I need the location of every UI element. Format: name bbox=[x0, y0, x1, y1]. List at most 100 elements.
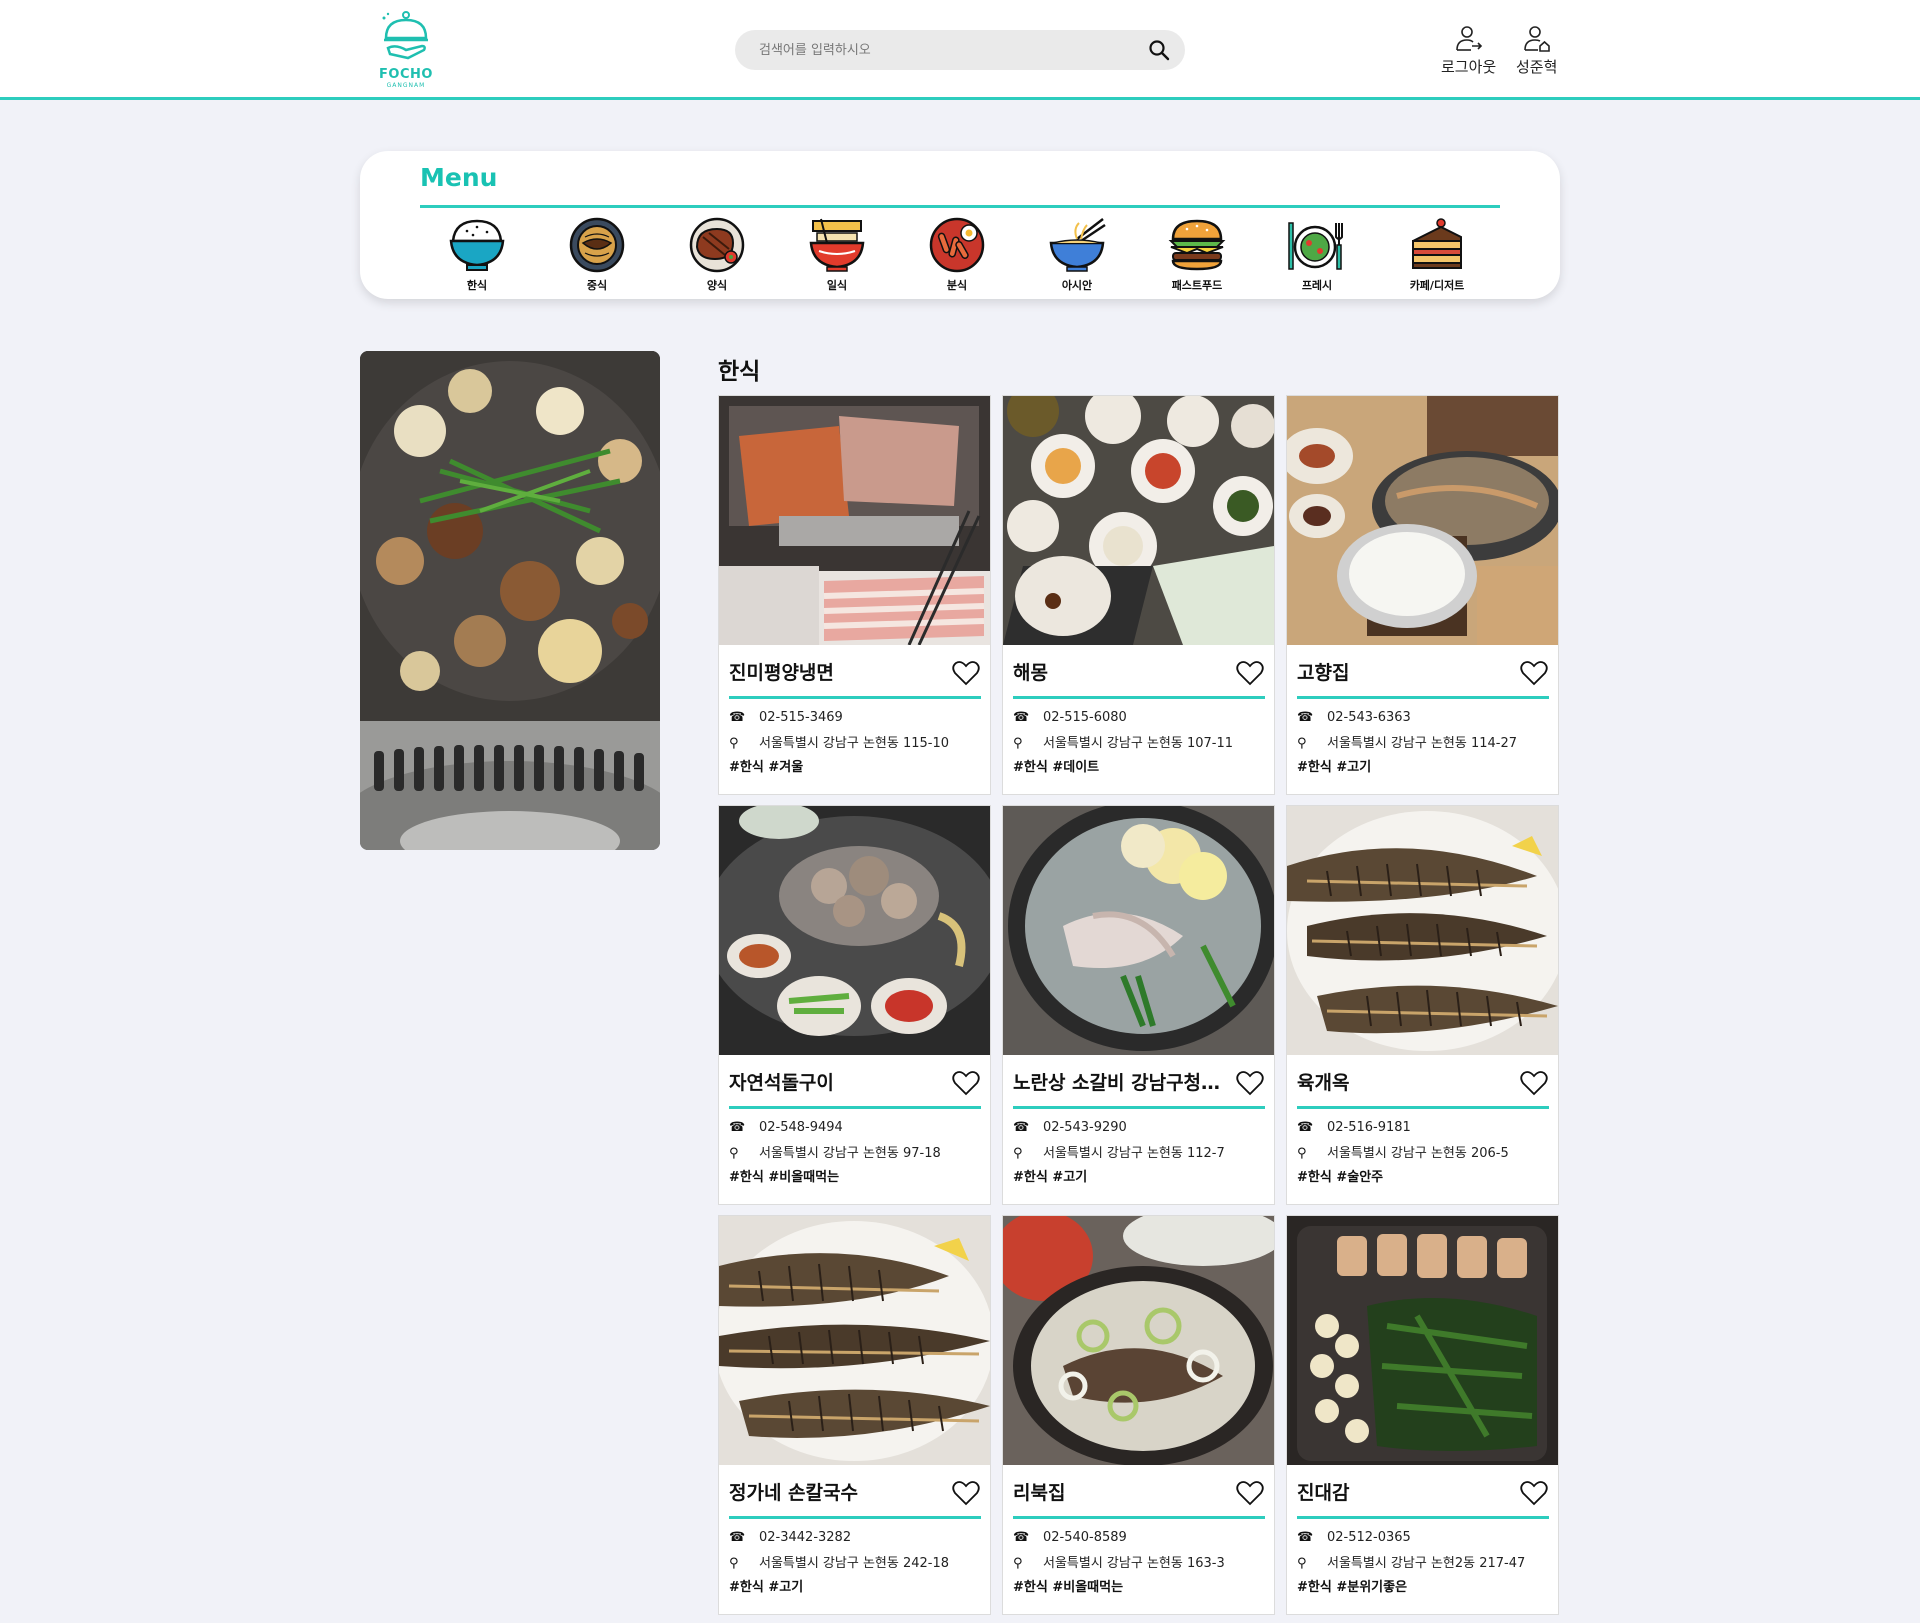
address-text: 서울특별시 강남구 논현동 114-27 bbox=[1327, 736, 1518, 751]
restaurant-card[interactable]: 진미평양냉면 ☎ 02-515-3469 ⚲ 서울특별시 강남구 논현동 115-1… bbox=[718, 395, 991, 795]
restaurant-card[interactable]: 육개옥 ☎ 02-516-9181 ⚲ 서울특별시 강남구 논현동 206-5 #한… bbox=[1286, 805, 1559, 1205]
card-divider bbox=[729, 1106, 981, 1109]
category-label: 카페/디저트 bbox=[1409, 279, 1465, 292]
category-asian[interactable]: 아시안 bbox=[1032, 215, 1122, 293]
category-label: 분식 bbox=[946, 279, 968, 292]
menu-title: Menu bbox=[420, 163, 498, 192]
address-text: 서울특별시 강남구 논현동 112-7 bbox=[1043, 1146, 1225, 1161]
category-label: 중식 bbox=[586, 279, 608, 292]
phone-icon: ☎ bbox=[1013, 710, 1030, 725]
address-text: 서울특별시 강남구 논현2동 217-47 bbox=[1327, 1556, 1526, 1571]
restaurant-card[interactable]: 리북집 ☎ 02-540-8589 ⚲ 서울특별시 강남구 논현동 163-3 #한… bbox=[1002, 1215, 1275, 1615]
tags: #한식 #술안주 bbox=[1297, 1170, 1384, 1185]
phone-icon: ☎ bbox=[1297, 1120, 1314, 1135]
category-label: 일식 bbox=[826, 279, 848, 292]
category-cafe-dessert[interactable]: 카페/디저트 bbox=[1392, 215, 1482, 293]
phone-number: 02-543-6363 bbox=[1327, 710, 1411, 725]
restaurant-name[interactable]: 고향집 bbox=[1297, 658, 1517, 685]
restaurant-photo bbox=[719, 396, 990, 645]
tags: #한식 #비올때먹는 bbox=[729, 1170, 840, 1185]
restaurant-card[interactable]: 진대감 ☎ 02-512-0365 ⚲ 서울특별시 강남구 논현2동 217-47 … bbox=[1286, 1215, 1559, 1615]
phone-number: 02-515-6080 bbox=[1043, 710, 1127, 725]
address-row: ⚲ 서울특별시 강남구 논현동 242-18 bbox=[729, 1552, 989, 1571]
category-korean[interactable]: 한식 bbox=[432, 215, 522, 293]
restaurant-card[interactable]: 정가네 손칼국수 ☎ 02-3442-3282 ⚲ 서울특별시 강남구 논현동 24… bbox=[718, 1215, 991, 1615]
restaurant-card[interactable]: 해몽 ☎ 02-515-6080 ⚲ 서울특별시 강남구 논현동 107-11 #한… bbox=[1002, 395, 1275, 795]
address-text: 서울특별시 강남구 논현동 163-3 bbox=[1043, 1556, 1225, 1571]
location-pin-icon: ⚲ bbox=[1297, 736, 1307, 751]
restaurant-name[interactable]: 해몽 bbox=[1013, 658, 1233, 685]
tags: #한식 #비올때먹는 bbox=[1013, 1580, 1124, 1595]
rice-bowl-icon bbox=[449, 219, 505, 271]
location-pin-icon: ⚲ bbox=[1013, 736, 1023, 751]
steak-icon bbox=[689, 217, 745, 273]
phone-number: 02-540-8589 bbox=[1043, 1530, 1127, 1545]
address-text: 서울특별시 강남구 논현동 107-11 bbox=[1043, 736, 1234, 751]
heart-icon[interactable] bbox=[1236, 1070, 1264, 1096]
address-row: ⚲ 서울특별시 강남구 논현동 115-10 bbox=[729, 732, 989, 751]
brand-logo[interactable]: FOCHO GANGNAM bbox=[376, 8, 436, 92]
menu-panel: Menu 한식 중식 양식 일식 분식 아시안 패스트푸드 프레시 카페/디저트 bbox=[360, 151, 1560, 299]
heart-icon[interactable] bbox=[952, 1480, 980, 1506]
phone-icon: ☎ bbox=[1297, 1530, 1314, 1545]
heart-icon[interactable] bbox=[1236, 660, 1264, 686]
phone-row: ☎ 02-548-9494 bbox=[729, 1120, 989, 1135]
heart-icon[interactable] bbox=[1236, 1480, 1264, 1506]
search-input[interactable] bbox=[759, 30, 1139, 70]
heart-icon[interactable] bbox=[1520, 1480, 1548, 1506]
restaurant-name[interactable]: 리북집 bbox=[1013, 1478, 1233, 1505]
location-pin-icon: ⚲ bbox=[729, 736, 739, 751]
card-divider bbox=[729, 1516, 981, 1519]
phone-number: 02-543-9290 bbox=[1043, 1120, 1127, 1135]
heart-icon[interactable] bbox=[1520, 660, 1548, 686]
search-icon[interactable] bbox=[1147, 38, 1171, 62]
phone-row: ☎ 02-543-6363 bbox=[1297, 710, 1557, 725]
address-row: ⚲ 서울특별시 강남구 논현동 206-5 bbox=[1297, 1142, 1557, 1161]
category-label: 한식 bbox=[466, 279, 488, 292]
address-row: ⚲ 서울특별시 강남구 논현동 107-11 bbox=[1013, 732, 1273, 751]
phone-number: 02-516-9181 bbox=[1327, 1120, 1411, 1135]
logout-label: 로그아웃 bbox=[1441, 58, 1497, 76]
category-chinese[interactable]: 중식 bbox=[552, 215, 642, 293]
restaurant-photo bbox=[1003, 1216, 1274, 1465]
jajangmyeon-icon bbox=[569, 217, 625, 273]
address-row: ⚲ 서울특별시 강남구 논현2동 217-47 bbox=[1297, 1552, 1557, 1571]
restaurant-card[interactable]: 노란상 소갈비 강남구청역점 ☎ 02-543-9290 ⚲ 서울특별시 강남구 논… bbox=[1002, 805, 1275, 1205]
tags: #한식 #겨울 bbox=[729, 760, 804, 775]
card-divider bbox=[1013, 696, 1265, 699]
phone-icon: ☎ bbox=[729, 710, 746, 725]
card-divider bbox=[1297, 1516, 1549, 1519]
restaurant-card[interactable]: 자연석돌구이 ☎ 02-548-9494 ⚲ 서울특별시 강남구 논현동 97-18… bbox=[718, 805, 991, 1205]
location-pin-icon: ⚲ bbox=[1297, 1146, 1307, 1161]
heart-icon[interactable] bbox=[952, 660, 980, 686]
restaurant-name[interactable]: 노란상 소갈비 강남구청역점 bbox=[1013, 1068, 1233, 1095]
category-fresh[interactable]: 프레시 bbox=[1272, 215, 1362, 293]
category-western[interactable]: 양식 bbox=[672, 215, 762, 293]
burger-icon bbox=[1168, 219, 1226, 271]
restaurant-name[interactable]: 진대감 bbox=[1297, 1478, 1517, 1505]
phone-row: ☎ 02-515-3469 bbox=[729, 710, 989, 725]
phone-row: ☎ 02-516-9181 bbox=[1297, 1120, 1557, 1135]
heart-icon[interactable] bbox=[1520, 1070, 1548, 1096]
category-japanese[interactable]: 일식 bbox=[792, 215, 882, 293]
restaurant-name[interactable]: 육개옥 bbox=[1297, 1068, 1517, 1095]
user-profile-button[interactable]: 성준혁 bbox=[1516, 24, 1557, 77]
address-text: 서울특별시 강남구 논현동 115-10 bbox=[759, 736, 950, 751]
restaurant-name[interactable]: 정가네 손칼국수 bbox=[729, 1478, 949, 1505]
noodle-bowl-icon bbox=[1049, 218, 1106, 272]
phone-icon: ☎ bbox=[1013, 1120, 1030, 1135]
category-fastfood[interactable]: 패스트푸드 bbox=[1152, 215, 1242, 293]
address-text: 서울특별시 강남구 논현동 242-18 bbox=[759, 1556, 950, 1571]
restaurant-photo bbox=[719, 806, 990, 1055]
logout-button[interactable]: 로그아웃 bbox=[1441, 24, 1496, 77]
restaurant-name[interactable]: 진미평양냉면 bbox=[729, 658, 949, 685]
restaurant-card[interactable]: 고향집 ☎ 02-543-6363 ⚲ 서울특별시 강남구 논현동 114-27 #… bbox=[1286, 395, 1559, 795]
featured-photo[interactable] bbox=[360, 351, 660, 850]
phone-number: 02-512-0365 bbox=[1327, 1530, 1411, 1545]
heart-icon[interactable] bbox=[952, 1070, 980, 1096]
phone-number: 02-515-3469 bbox=[759, 710, 843, 725]
category-snack[interactable]: 분식 bbox=[912, 215, 1002, 293]
top-header: FOCHO GANGNAM 로그아웃 성준혁 bbox=[0, 0, 1920, 100]
restaurant-name[interactable]: 자연석돌구이 bbox=[729, 1068, 949, 1095]
address-row: ⚲ 서울특별시 강남구 논현동 163-3 bbox=[1013, 1552, 1273, 1571]
